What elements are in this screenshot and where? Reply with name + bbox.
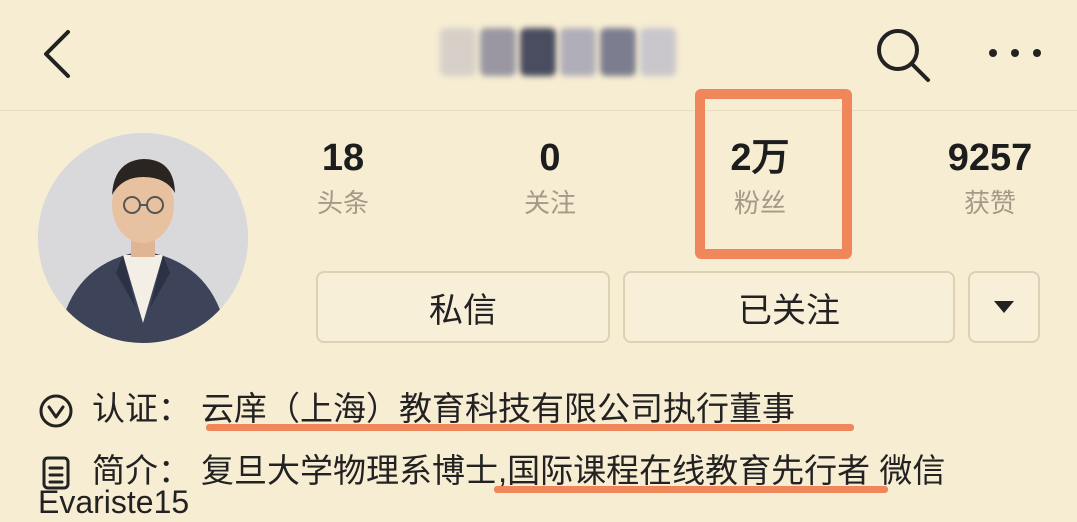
intro-text-part3: 微信 <box>870 452 946 489</box>
certification-value: 云庠（上海）教育科技有限公司执行董事 <box>201 390 795 427</box>
dropdown-button[interactable] <box>968 271 1040 343</box>
stat-following[interactable]: 0 关注 <box>480 135 620 219</box>
message-button[interactable]: 私信 <box>316 271 610 343</box>
intro-line2: Evariste15 <box>38 484 190 520</box>
stat-label: 获赞 <box>963 188 1016 218</box>
certification-row: 认证： 云庠（上海）教育科技有限公司执行董事 <box>38 382 795 430</box>
following-button[interactable]: 已关注 <box>623 271 955 343</box>
followers-highlight-box <box>695 89 852 259</box>
caret-down-icon <box>994 301 1014 313</box>
intro-text-part1: 复旦大学物理系博士, <box>201 452 508 489</box>
stat-value: 9257 <box>947 137 1033 179</box>
stat-value: 0 <box>539 137 561 179</box>
verified-badge-icon <box>39 394 73 428</box>
intro-underline <box>494 486 888 493</box>
stat-label: 头条 <box>316 188 369 218</box>
certification-underline <box>206 424 854 431</box>
avatar[interactable] <box>38 133 248 343</box>
stat-posts[interactable]: 18 头条 <box>273 135 413 219</box>
stat-likes[interactable]: 9257 获赞 <box>920 135 1060 219</box>
back-arrow-icon[interactable] <box>38 28 78 80</box>
top-bar <box>0 0 1077 111</box>
stat-value: 18 <box>321 137 365 179</box>
search-icon[interactable] <box>872 24 934 86</box>
stat-label: 关注 <box>523 188 576 218</box>
more-options-icon[interactable] <box>985 35 1045 71</box>
intro-text-part2: 国际课程在线教育先行者 <box>507 452 871 489</box>
certification-label: 认证： <box>92 390 191 427</box>
blurred-username <box>440 28 676 78</box>
